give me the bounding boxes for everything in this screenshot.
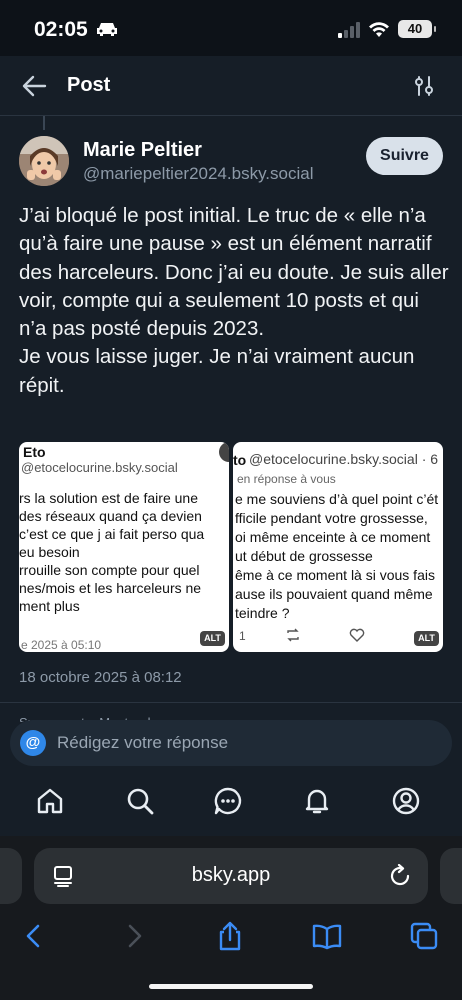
embedded-text-line: ment plus — [19, 598, 80, 614]
page-title: Post — [67, 74, 111, 96]
profile-icon[interactable] — [391, 786, 421, 816]
avatar-fragment — [219, 442, 229, 462]
author-handle[interactable]: @mariepeltier2024.bsky.social — [83, 164, 314, 184]
embedded-author-handle: @etocelocurine.bsky.social · 6 — [249, 451, 439, 467]
embedded-author-name: Eto — [23, 444, 46, 460]
post-image-1[interactable]: Eto @etocelocurine.bsky.social rs la sol… — [19, 442, 229, 652]
home-indicator — [149, 984, 313, 989]
embedded-text-line: oi même enceinte à ce moment — [235, 529, 431, 545]
browser-toolbar: bsky.app — [0, 836, 462, 1000]
battery-level: 40 — [407, 21, 423, 36]
embedded-text-line: nes/mois et les harceleurs ne — [19, 580, 202, 596]
alt-text-badge[interactable]: ALT — [414, 631, 439, 646]
at-sign-icon: @ — [20, 730, 46, 756]
embedded-text-line: fficile pendant votre grossesse, — [235, 510, 428, 526]
embedded-text-line: ause ils pouvaient quand même — [235, 586, 433, 602]
embedded-reply-count: 1 — [239, 629, 246, 643]
wifi-icon — [369, 22, 389, 37]
avatar[interactable] — [19, 136, 69, 186]
status-bar: 02:05 40 — [0, 0, 462, 56]
reply-input[interactable] — [57, 720, 437, 766]
url-text[interactable]: bsky.app — [34, 864, 428, 887]
embedded-text-line: rs la solution est de faire une — [19, 490, 198, 506]
cellular-signal-icon — [338, 22, 360, 38]
forward-icon[interactable] — [118, 920, 150, 952]
battery-indicator: 40 — [398, 20, 436, 38]
next-tab-preview[interactable] — [440, 848, 462, 904]
status-time: 02:05 — [34, 18, 88, 41]
chat-icon[interactable] — [213, 786, 243, 816]
heart-icon — [349, 628, 365, 642]
embedded-date: e 2025 à 05:10 — [21, 638, 102, 652]
address-bar[interactable]: bsky.app — [34, 848, 428, 904]
repost-icon — [287, 628, 299, 642]
car-icon — [97, 23, 117, 36]
share-icon[interactable] — [214, 920, 246, 952]
bell-icon[interactable] — [302, 786, 332, 816]
embedded-text-line: eu besoin — [19, 544, 80, 560]
home-icon[interactable] — [35, 786, 65, 816]
previous-tab-preview[interactable] — [0, 848, 22, 904]
embedded-reply-to: en réponse à vous — [237, 472, 336, 486]
back-icon[interactable] — [18, 920, 50, 952]
bookmarks-icon[interactable] — [311, 920, 343, 952]
search-icon[interactable] — [125, 786, 155, 816]
embedded-text-line: e me souviens d’à quel point c’ét — [235, 491, 439, 507]
reply-composer[interactable]: @ — [10, 720, 452, 766]
avatar-image — [19, 136, 69, 186]
embedded-text-line: rrouille son compte pour quel — [19, 562, 200, 578]
sliders-icon[interactable] — [412, 74, 436, 98]
embedded-text-line: teindre ? — [235, 605, 290, 621]
post-body: J’ai bloqué le post initial. Le truc de … — [19, 204, 449, 397]
alt-text-badge[interactable]: ALT — [200, 631, 225, 646]
embedded-author-handle: @etocelocurine.bsky.social — [21, 460, 178, 475]
embedded-text-line: c’est ce que j ai fait perso qua — [19, 526, 205, 542]
embedded-text-line: ut début de grossesse — [235, 548, 373, 564]
post-image-2[interactable]: to @etocelocurine.bsky.social · 6 en rép… — [233, 442, 443, 652]
embedded-text-line: ême à ce moment là si vous fais — [235, 567, 435, 583]
embedded-text-line: des réseaux quand ça devien — [19, 508, 202, 524]
author-name[interactable]: Marie Peltier — [83, 139, 202, 162]
embedded-author-name: to — [233, 452, 247, 468]
thread-connector-line — [43, 116, 45, 130]
follow-button[interactable]: Suivre — [366, 137, 443, 175]
bottom-tab-bar — [0, 772, 462, 832]
back-arrow-icon[interactable] — [20, 72, 48, 100]
divider — [0, 702, 462, 703]
reload-icon[interactable] — [388, 864, 412, 888]
tabs-icon[interactable] — [408, 920, 440, 952]
post-header: Post — [0, 56, 462, 116]
post-timestamp: 18 octobre 2025 à 08:12 — [19, 669, 182, 686]
